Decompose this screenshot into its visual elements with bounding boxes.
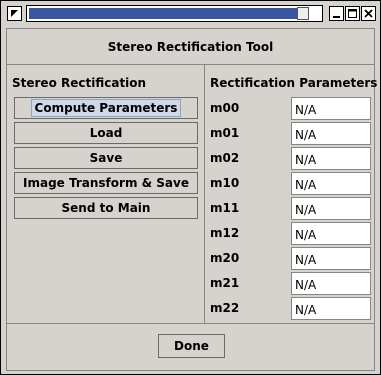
minimize-button[interactable] [329, 6, 344, 21]
minimize-icon [333, 16, 340, 18]
dialog-footer: Done [7, 323, 374, 370]
param-field-m12[interactable] [291, 222, 371, 245]
done-button[interactable]: Done [158, 334, 225, 358]
compute-parameters-button[interactable]: Compute Parameters [14, 97, 198, 119]
param-label: m10 [210, 176, 240, 190]
image-transform-save-label: Image Transform & Save [23, 176, 189, 190]
send-to-main-button[interactable]: Send to Main [14, 197, 198, 219]
param-field-m21[interactable] [291, 272, 371, 295]
param-label: m12 [210, 226, 240, 240]
title-bar-knob [297, 7, 309, 20]
param-row-m11: m11 [205, 196, 374, 221]
save-button[interactable]: Save [14, 147, 198, 169]
param-label: m02 [210, 151, 240, 165]
compute-parameters-label: Compute Parameters [30, 99, 182, 117]
param-row-m10: m10 [205, 171, 374, 196]
maximize-button[interactable] [345, 6, 360, 21]
param-row-m22: m22 [205, 296, 374, 321]
title-bar-fill [29, 8, 299, 19]
param-row-m01: m01 [205, 121, 374, 146]
save-label: Save [89, 151, 123, 165]
param-label: m22 [210, 301, 240, 315]
stereo-rectification-panel: Stereo Rectification Compute Parameters … [7, 65, 205, 323]
window-menu-button[interactable] [7, 6, 22, 21]
close-icon [364, 9, 373, 18]
rectification-parameters-panel: Rectification Parameters m00 m01 m02 m10… [205, 65, 378, 323]
param-field-m01[interactable] [291, 122, 371, 145]
param-row-m00: m00 [205, 96, 374, 121]
load-label: Load [89, 126, 123, 140]
param-label: m20 [210, 251, 240, 265]
menu-arrow-icon [11, 10, 18, 17]
param-row-m20: m20 [205, 246, 374, 271]
param-label: m11 [210, 201, 240, 215]
param-field-m10[interactable] [291, 172, 371, 195]
param-row-m02: m02 [205, 146, 374, 171]
param-field-m22[interactable] [291, 297, 371, 320]
content-panel: Stereo Rectification Tool Stereo Rectifi… [6, 28, 378, 371]
param-field-m20[interactable] [291, 247, 371, 270]
param-label: m21 [210, 276, 240, 290]
title-field [26, 5, 323, 22]
param-field-m11[interactable] [291, 197, 371, 220]
rectification-parameters-heading: Rectification Parameters [210, 76, 378, 90]
param-row-m12: m12 [205, 221, 374, 246]
param-field-m02[interactable] [291, 147, 371, 170]
dialog-title: Stereo Rectification Tool [7, 29, 374, 65]
window: Stereo Rectification Tool Stereo Rectifi… [0, 0, 381, 375]
stereo-rectification-heading: Stereo Rectification [12, 76, 147, 90]
maximize-icon [348, 9, 357, 18]
title-bar[interactable] [2, 2, 379, 24]
close-button[interactable] [361, 6, 376, 21]
image-transform-save-button[interactable]: Image Transform & Save [14, 172, 198, 194]
param-label: m01 [210, 126, 240, 140]
send-to-main-label: Send to Main [61, 201, 151, 215]
param-row-m21: m21 [205, 271, 374, 296]
load-button[interactable]: Load [14, 122, 198, 144]
param-label: m00 [210, 101, 240, 115]
param-field-m00[interactable] [291, 97, 371, 120]
